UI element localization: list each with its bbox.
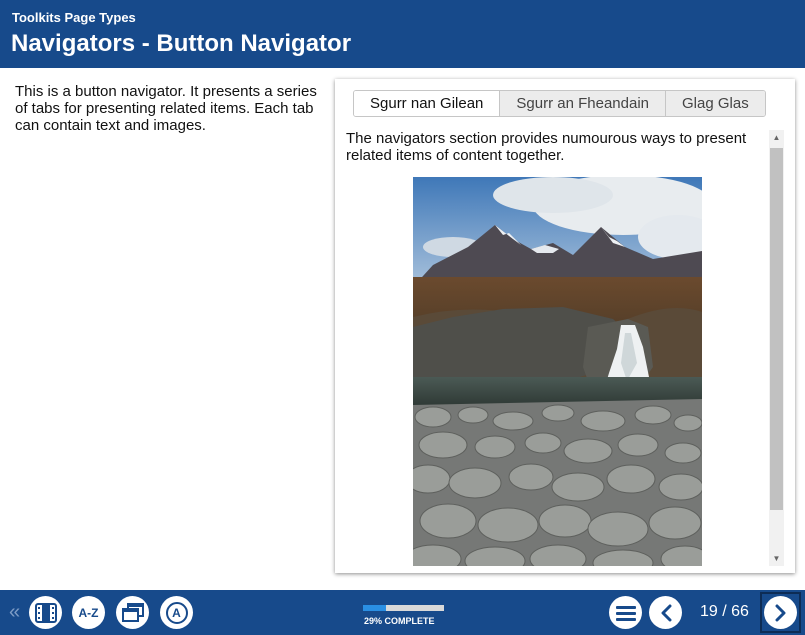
navigator-tabs: Sgurr nan Gilean Sgurr an Fheandain Glag…	[353, 90, 766, 117]
scrollbar-thumb[interactable]	[770, 148, 783, 510]
tab-glag-glas[interactable]: Glag Glas	[665, 91, 765, 116]
scroll-down-icon[interactable]: ▼	[769, 551, 784, 566]
menu-icon	[615, 605, 636, 621]
section-title: Toolkits Page Types	[12, 10, 136, 25]
windows-icon	[121, 602, 144, 622]
menu-button[interactable]	[609, 596, 642, 629]
az-index-icon: A-Z	[78, 605, 99, 620]
tab-sgurr-an-fheandain[interactable]: Sgurr an Fheandain	[499, 91, 665, 116]
button-navigator-panel: Sgurr nan Gilean Sgurr an Fheandain Glag…	[335, 79, 795, 573]
progress-fill	[363, 605, 387, 611]
intro-text: This is a button navigator. It presents …	[15, 83, 317, 134]
mountain-waterfall-photo	[413, 177, 702, 566]
text-size-button[interactable]: A	[160, 596, 193, 629]
double-chevron-left-icon[interactable]: «	[9, 602, 20, 622]
scroll-up-icon[interactable]: ▲	[769, 130, 784, 145]
progress-bar	[363, 605, 444, 611]
previous-icon	[661, 604, 671, 621]
windows-button[interactable]	[116, 596, 149, 629]
page-title: Navigators - Button Navigator	[11, 30, 352, 57]
next-icon	[775, 604, 785, 621]
content-scrollbar[interactable]: ▲ ▼	[769, 130, 784, 566]
previous-button[interactable]	[649, 596, 682, 629]
page-counter: 19 / 66	[700, 603, 749, 620]
next-button[interactable]	[760, 592, 801, 633]
film-icon	[34, 602, 57, 623]
az-index-button[interactable]: A-Z	[72, 596, 105, 629]
progress-label: 29% COMPLETE	[364, 616, 435, 626]
a-text-icon: A	[165, 601, 188, 624]
tab-content-text: The navigators section provides numourou…	[346, 130, 747, 164]
header-bar: Toolkits Page Types Navigators - Button …	[0, 0, 805, 68]
footer-bar: « A-Z A 29% COMPLETE 19 / 66	[0, 590, 805, 635]
tab-sgurr-nan-gilean[interactable]: Sgurr nan Gilean	[354, 91, 500, 116]
film-button[interactable]	[29, 596, 62, 629]
tab-content: The navigators section provides numourou…	[346, 130, 766, 566]
